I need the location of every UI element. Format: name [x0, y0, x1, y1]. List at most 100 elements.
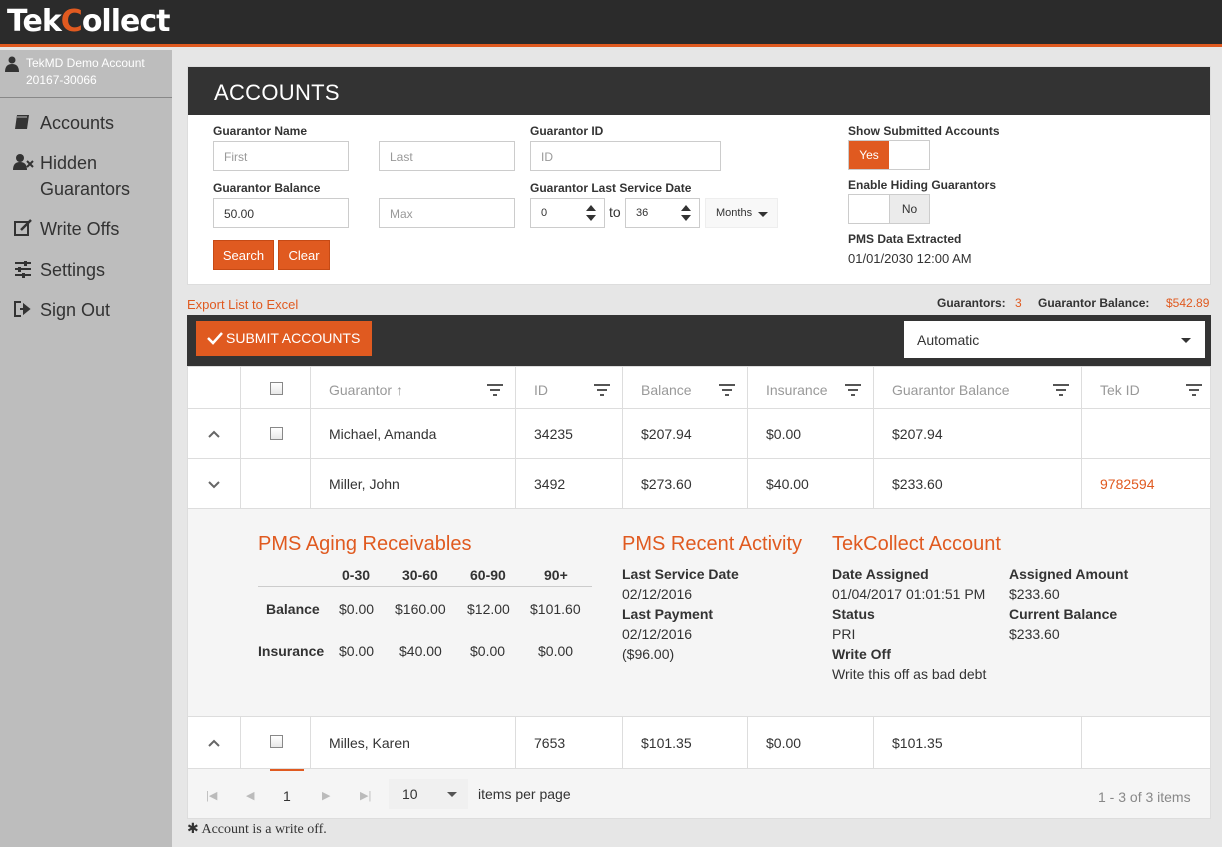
stepper-up-icon[interactable]	[586, 205, 596, 211]
service-from-stepper[interactable]: 0	[530, 198, 605, 228]
row-checkbox[interactable]	[270, 427, 283, 440]
filter-icon[interactable]	[594, 384, 610, 396]
column-guarantor[interactable]: Guarantor ↑	[311, 367, 516, 408]
balance: $273.60	[641, 476, 692, 492]
last-payment-amount: ($96.00)	[622, 646, 675, 662]
last-service-value: 02/12/2016	[622, 586, 693, 602]
enable-hiding-toggle[interactable]: No	[848, 194, 930, 224]
aging-row-label: Insurance	[258, 643, 325, 659]
pms-extracted-value: 01/01/2030 12:00 AM	[848, 251, 972, 266]
page-size-select[interactable]: 10	[389, 779, 468, 809]
show-submitted-toggle[interactable]: Yes	[848, 140, 930, 170]
guarantor-name: Milles, Karen	[329, 735, 410, 751]
filter-icon[interactable]	[1053, 384, 1069, 396]
prev-page-icon[interactable]: ◀	[246, 789, 254, 802]
sidebar: TekMD Demo Account 20167-30066 Accounts …	[0, 50, 172, 847]
sidebar-item-label: Hidden	[40, 153, 98, 173]
guarantor-balance: $101.35	[892, 735, 943, 751]
next-page-icon[interactable]: ▶	[322, 789, 330, 802]
sort-asc-icon: ↑	[395, 382, 403, 398]
guarantor-balance: $233.60	[892, 476, 943, 492]
aging-value: $40.00	[399, 643, 442, 659]
guarantor-id: 34235	[534, 426, 573, 442]
aging-row-label: Balance	[266, 601, 320, 617]
grid-header: Guarantor ↑ ID Balance Insurance Guarant…	[188, 367, 1210, 409]
balance-min-input[interactable]: 50.00	[213, 198, 349, 228]
last-name-input[interactable]: Last	[379, 141, 515, 171]
last-page-icon[interactable]: ▶|	[360, 789, 371, 802]
chevron-down-icon[interactable]	[208, 481, 220, 489]
account-box: TekMD Demo Account 20167-30066	[0, 50, 172, 98]
row-detail-panel: PMS Aging Receivables 0-30 30-60 60-90 9…	[188, 509, 1210, 717]
sidebar-item-hidden-guarantors[interactable]: Hidden Guarantors	[0, 150, 172, 202]
filter-icon[interactable]	[719, 384, 735, 396]
sliders-icon	[15, 261, 31, 278]
service-to-stepper[interactable]: 36	[625, 198, 700, 228]
aging-header: 90+	[544, 567, 568, 583]
guarantor-id-input[interactable]: ID	[530, 141, 721, 171]
stepper-up-icon[interactable]	[681, 205, 691, 211]
write-off-label: Write Off	[832, 646, 891, 662]
status-label: Status	[832, 606, 875, 622]
chevron-down-icon	[447, 792, 457, 797]
first-page-icon[interactable]: |◀	[206, 789, 217, 802]
first-name-input[interactable]: First	[213, 141, 349, 171]
grid-toolbar: SUBMIT ACCOUNTS Automatic	[187, 315, 1211, 366]
chevron-up-icon[interactable]	[208, 430, 220, 438]
column-id[interactable]: ID	[516, 367, 623, 408]
table-row[interactable]: Michael, Amanda 34235 $207.94 $0.00 $207…	[188, 409, 1210, 459]
clear-button[interactable]: Clear	[278, 240, 330, 270]
export-excel-link[interactable]: Export List to Excel	[187, 297, 298, 312]
guarantors-count: 3	[1015, 296, 1022, 310]
current-page-indicator	[270, 769, 304, 771]
table-row[interactable]: Milles, Karen 7653 $101.35 $0.00 $101.35	[188, 717, 1210, 769]
aging-header: 60-90	[470, 567, 506, 583]
sidebar-item-write-offs[interactable]: Write Offs	[0, 216, 172, 242]
aging-value: $12.00	[467, 601, 510, 617]
select-all-checkbox[interactable]	[270, 382, 283, 395]
column-tek-id[interactable]: Tek ID	[1082, 367, 1210, 408]
sidebar-item-settings[interactable]: Settings	[0, 257, 172, 283]
legend-text: Account is a write off.	[201, 822, 327, 837]
account-name: TekMD Demo Account	[26, 56, 145, 70]
filter-icon[interactable]	[487, 384, 503, 396]
submit-accounts-button[interactable]: SUBMIT ACCOUNTS	[196, 321, 372, 356]
stepper-down-icon[interactable]	[586, 215, 596, 221]
service-unit-select[interactable]: Months	[705, 198, 778, 228]
aging-value: $0.00	[339, 601, 375, 617]
tek-id-link[interactable]: 9782594	[1100, 476, 1155, 492]
page-number[interactable]: 1	[283, 788, 291, 804]
balance-max-input[interactable]: Max	[379, 198, 515, 228]
write-off-link[interactable]: Write this off as bad debt	[832, 666, 986, 682]
panel-header: ACCOUNTS	[188, 67, 1210, 115]
page-title: ACCOUNTS	[214, 80, 340, 105]
last-payment-label: Last Payment	[622, 606, 714, 622]
sidebar-item-accounts[interactable]: Accounts	[0, 110, 172, 136]
row-checkbox[interactable]	[270, 735, 283, 748]
filter-icon[interactable]	[845, 384, 861, 396]
chevron-down-icon	[1181, 338, 1191, 343]
aging-value: $160.00	[395, 601, 446, 617]
app-logo[interactable]: TekCollect	[7, 4, 170, 39]
aging-title: PMS Aging Receivables	[258, 533, 472, 555]
stepper-down-icon[interactable]	[681, 215, 691, 221]
column-balance[interactable]: Balance	[623, 367, 748, 408]
column-insurance[interactable]: Insurance	[748, 367, 874, 408]
table-row[interactable]: Miller, John 3492 $273.60 $40.00 $233.60…	[188, 459, 1210, 509]
column-guarantor-balance[interactable]: Guarantor Balance	[874, 367, 1082, 408]
filter-icon[interactable]	[1186, 384, 1202, 396]
current-balance-value: $233.60	[1009, 626, 1060, 642]
user-hide-icon	[13, 154, 34, 170]
aging-header: 0-30	[342, 567, 371, 583]
sidebar-item-sign-out[interactable]: Sign Out	[0, 297, 172, 323]
accounts-panel: ACCOUNTS Guarantor Name First Last Guara…	[187, 66, 1211, 285]
current-balance-label: Current Balance	[1009, 606, 1118, 622]
assigned-amount-value: $233.60	[1009, 586, 1060, 602]
search-button[interactable]: Search	[213, 240, 274, 270]
guarantor-balance-label: Guarantor Balance	[213, 181, 321, 195]
chevron-up-icon[interactable]	[208, 739, 220, 747]
items-per-page-label: items per page	[478, 786, 571, 802]
sign-out-icon	[14, 301, 31, 317]
submission-mode-select[interactable]: Automatic	[904, 321, 1205, 358]
status-value: PRI	[832, 626, 856, 642]
